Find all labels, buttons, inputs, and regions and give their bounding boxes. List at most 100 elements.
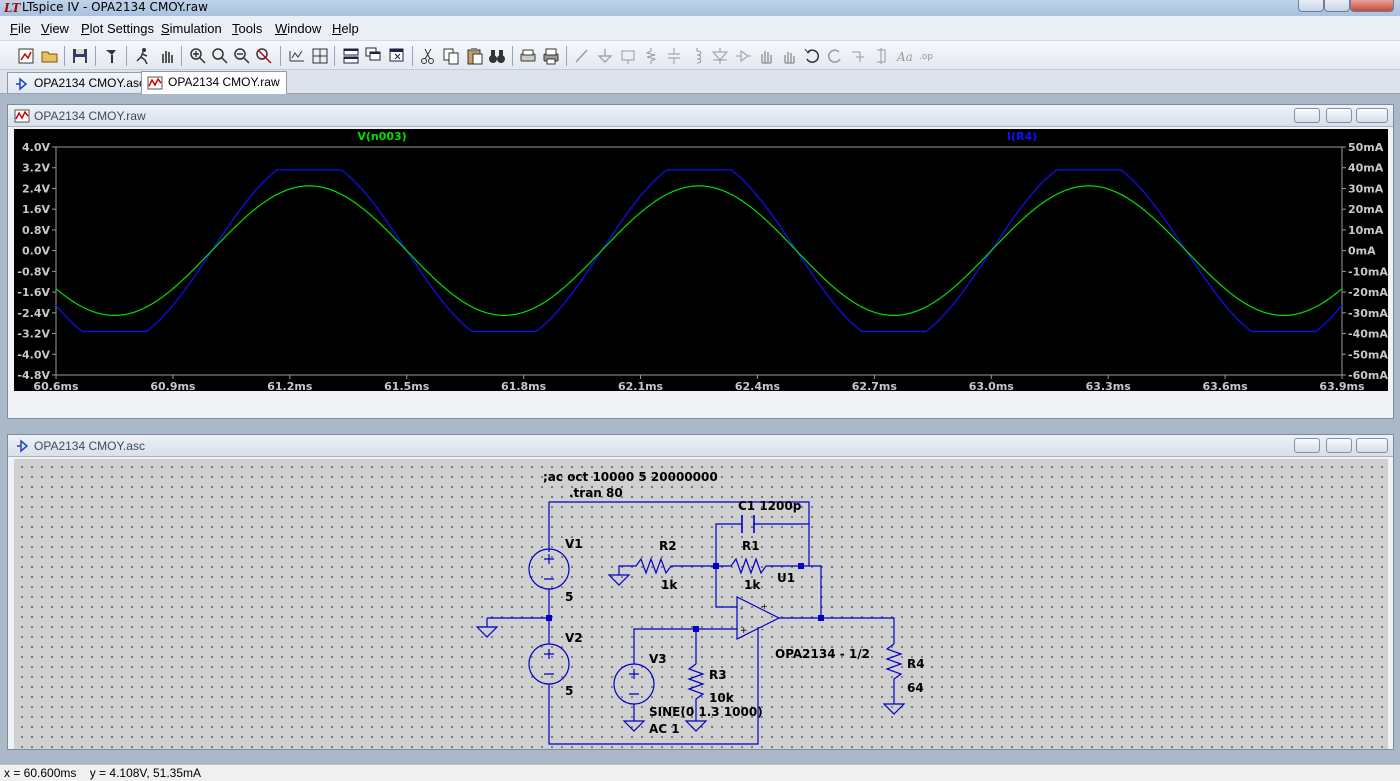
schematic-window-title: OPA2134 CMOY.asc: [34, 439, 145, 453]
text-icon[interactable]: Aa: [894, 46, 914, 66]
paste-icon[interactable]: [464, 46, 484, 66]
directive-ac[interactable]: ;ac oct 10000 5 20000000: [543, 470, 718, 484]
minimize-button[interactable]: [1298, 0, 1324, 12]
c1-label[interactable]: C1 1200p: [738, 499, 802, 513]
r2-resistor[interactable]: [624, 557, 716, 575]
trace-label-ir4[interactable]: I(R4): [1007, 130, 1037, 143]
control-panel-icon[interactable]: [102, 46, 122, 66]
resistor-icon[interactable]: [641, 46, 661, 66]
tile-horizontal-icon[interactable]: [341, 46, 361, 66]
waveform-plot-pane[interactable]: 4.0V 3.2V 2.4V 1.6V 0.8V 0.0V -0.8V -1.6V -2.4V -…: [14, 129, 1388, 393]
schematic-canvas[interactable]: - + + - ;ac oct 10000 5 20000000 .tran 8…: [14, 459, 1388, 749]
tab-waveform-label: OPA2134 CMOY.raw: [168, 75, 280, 89]
zoom-fit-icon[interactable]: [254, 46, 274, 66]
save-icon[interactable]: [70, 46, 90, 66]
waveform-icon: [14, 109, 30, 123]
waveform-maximize-button[interactable]: [1326, 108, 1352, 123]
v2-label[interactable]: V2: [565, 631, 583, 645]
maximize-button[interactable]: [1324, 0, 1350, 12]
autorange-icon[interactable]: [287, 46, 307, 66]
label-net-icon[interactable]: [618, 46, 638, 66]
copy-icon[interactable]: [441, 46, 461, 66]
tab-waveform[interactable]: OPA2134 CMOY.raw: [141, 71, 287, 94]
y-left-tick-label: -3.2V: [17, 328, 50, 341]
tab-schematic[interactable]: OPA2134 CMOY.asc: [7, 72, 152, 93]
schematic-maximize-button[interactable]: [1326, 438, 1352, 453]
print-preview-icon[interactable]: [518, 46, 538, 66]
draw-wire-icon[interactable]: [572, 46, 592, 66]
capacitor-icon[interactable]: [664, 46, 684, 66]
waveform-plot[interactable]: 4.0V 3.2V 2.4V 1.6V 0.8V 0.0V -0.8V -1.6V -2.4V -…: [14, 129, 1388, 393]
r4-label[interactable]: R4: [907, 657, 925, 671]
trace-ir4[interactable]: [55, 169, 1343, 333]
schematic-minimize-button[interactable]: [1294, 438, 1320, 453]
grid-icon[interactable]: [310, 46, 330, 66]
undo-icon[interactable]: [802, 46, 822, 66]
y-left-tick-label: 4.0V: [22, 141, 50, 154]
cut-icon[interactable]: [418, 46, 438, 66]
v2-value[interactable]: 5: [565, 684, 573, 698]
drag-hand-icon[interactable]: [779, 46, 799, 66]
menu-simulation[interactable]: Simulation: [161, 21, 222, 36]
trace-label-vn003[interactable]: V(n003): [357, 130, 406, 143]
v3-value-ac[interactable]: AC 1: [649, 722, 680, 736]
ground-symbol[interactable]: [475, 618, 499, 638]
schematic-close-button[interactable]: [1356, 438, 1388, 453]
print-icon[interactable]: [541, 46, 561, 66]
close-button[interactable]: [1350, 0, 1394, 12]
menu-help[interactable]: Help: [332, 21, 359, 36]
r2-label[interactable]: R2: [659, 539, 677, 553]
waveform-close-button[interactable]: [1356, 108, 1388, 123]
y-right-tick-label: -50mA: [1348, 348, 1388, 361]
new-schematic-icon[interactable]: [16, 46, 36, 66]
zoom-in-icon[interactable]: [188, 46, 208, 66]
waveform-icon: [147, 76, 163, 90]
directive-tran[interactable]: .tran 80: [569, 486, 623, 500]
r1-label[interactable]: R1: [742, 539, 760, 553]
rotate-icon[interactable]: [848, 46, 868, 66]
u1-label[interactable]: U1: [777, 571, 795, 585]
waveform-minimize-button[interactable]: [1294, 108, 1320, 123]
x-tick-label: 61.5ms: [384, 380, 430, 391]
r3-label[interactable]: R3: [709, 668, 727, 682]
run-icon[interactable]: [133, 46, 153, 66]
zoom-pan-icon[interactable]: [210, 46, 230, 66]
cascade-icon[interactable]: [364, 46, 384, 66]
v3-label[interactable]: V3: [649, 652, 667, 666]
move-hand-icon[interactable]: [756, 46, 776, 66]
r3-value[interactable]: 10k: [709, 691, 735, 705]
x-tick-label: 63.6ms: [1203, 380, 1249, 391]
menu-file[interactable]: File: [10, 21, 31, 36]
schematic-drawing[interactable]: - + + - ;ac oct 10000 5 20000000 .tran 8…: [14, 459, 1388, 749]
open-folder-icon[interactable]: [40, 46, 60, 66]
component-icon[interactable]: [733, 46, 753, 66]
r4-resistor[interactable]: [885, 643, 903, 704]
r2-value[interactable]: 1k: [661, 578, 678, 592]
find-binoculars-icon[interactable]: [487, 46, 507, 66]
v1-label[interactable]: V1: [565, 537, 583, 551]
menu-window[interactable]: Window: [275, 21, 321, 36]
y-right-tick-label: 10mA: [1348, 224, 1384, 237]
x-tick-label: 61.8ms: [501, 380, 547, 391]
menu-plot-settings[interactable]: Plot Settings: [81, 21, 154, 36]
mirror-icon[interactable]: [871, 46, 891, 66]
zoom-out-icon[interactable]: [232, 46, 252, 66]
svg-text:+: +: [740, 626, 748, 636]
menu-tools[interactable]: Tools: [232, 21, 262, 36]
u1-value[interactable]: OPA2134 - 1/2: [775, 647, 870, 661]
v1-value[interactable]: 5: [565, 590, 573, 604]
diode-icon[interactable]: [710, 46, 730, 66]
ground-icon[interactable]: [595, 46, 615, 66]
r1-value[interactable]: 1k: [744, 578, 761, 592]
inductor-icon[interactable]: [687, 46, 707, 66]
halt-hand-icon[interactable]: [157, 46, 177, 66]
c1-capacitor[interactable]: [741, 515, 755, 533]
trace-vn003[interactable]: [55, 185, 1343, 316]
close-windows-icon[interactable]: [387, 46, 407, 66]
r4-value[interactable]: 64: [907, 681, 924, 695]
v3-value-sine[interactable]: SINE(0 1.3 1000): [649, 705, 763, 719]
menu-view[interactable]: View: [41, 21, 69, 36]
spice-directive-icon[interactable]: .op: [917, 46, 937, 66]
redo-icon[interactable]: [825, 46, 845, 66]
y-right-tick-label: 20mA: [1348, 203, 1384, 216]
